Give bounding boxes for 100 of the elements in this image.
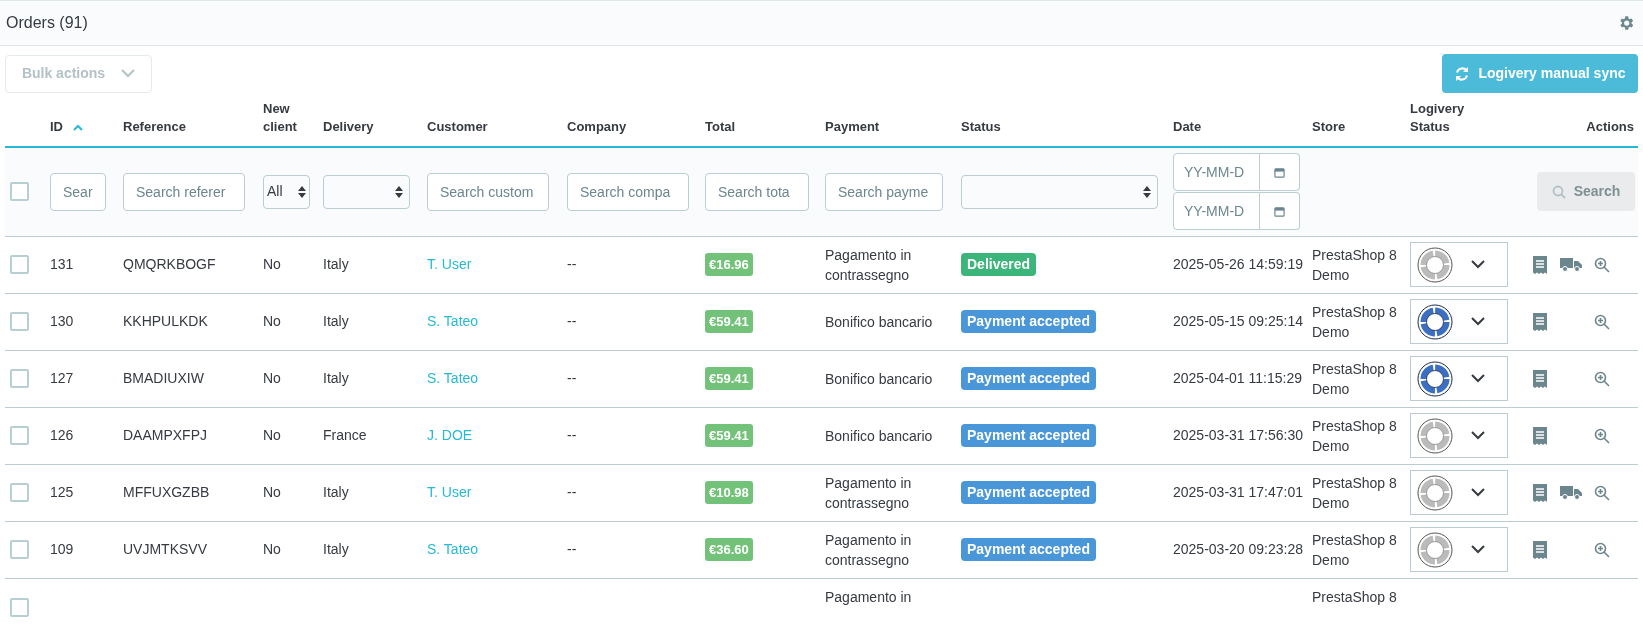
delivery-country: Italy	[323, 370, 349, 386]
customer-filter-input[interactable]: Search custom	[427, 172, 549, 211]
chevron-down-icon	[1471, 545, 1485, 554]
checkbox[interactable]	[10, 540, 29, 559]
store-name: PrestaShop 8 Demo	[1312, 473, 1398, 513]
document-icon[interactable]	[1532, 426, 1548, 445]
reference-filter-input[interactable]: Search referer	[123, 172, 245, 211]
sort-arrows-icon	[298, 185, 306, 198]
zoom-in-icon[interactable]	[1594, 484, 1610, 501]
column-header[interactable]: Delivery	[323, 118, 374, 136]
new-client-value: No	[263, 313, 281, 329]
company-value: --	[567, 370, 577, 386]
order-reference: MFFUXGZBB	[123, 484, 210, 500]
order-date: 2025-04-01 11:15:29	[1173, 370, 1302, 386]
checkbox[interactable]	[10, 483, 29, 502]
chevron-down-icon	[1471, 431, 1485, 440]
payment-method: Bonifico bancario	[825, 312, 934, 332]
zoom-in-icon[interactable]	[1594, 370, 1610, 387]
column-header[interactable]: Reference	[123, 118, 186, 136]
order-id: 125	[50, 484, 74, 500]
truck-icon[interactable]	[1560, 257, 1582, 272]
column-header[interactable]: Actions	[1586, 118, 1634, 136]
store-name: PrestaShop 8 Demo	[1312, 302, 1398, 342]
order-id: 127	[50, 370, 74, 386]
column-header[interactable]: Total	[705, 118, 736, 136]
checkbox[interactable]	[10, 597, 29, 617]
date-filter-input[interactable]: YY-MM-D	[1173, 192, 1260, 231]
column-header[interactable]: Date	[1173, 118, 1202, 136]
order-id: 130	[50, 313, 74, 329]
new-client-value: No	[263, 370, 281, 386]
column-header[interactable]: Status	[961, 118, 1001, 136]
order-reference: QMQRKBOGF	[123, 256, 216, 272]
payment-method: Pagamento in contrassegno	[825, 245, 913, 285]
logivery-status-select[interactable]	[1410, 242, 1508, 287]
zoom-in-icon[interactable]	[1594, 541, 1610, 558]
checkbox[interactable]	[10, 255, 29, 274]
new-client-select[interactable]: All	[263, 174, 310, 209]
sort-arrows-icon	[1143, 185, 1151, 198]
zoom-in-icon[interactable]	[1594, 427, 1610, 444]
logivery-status-select[interactable]	[1410, 470, 1508, 515]
date-filter-input[interactable]: YY-MM-D	[1173, 153, 1260, 192]
zoom-in-icon[interactable]	[1594, 313, 1610, 330]
payment-filter-input[interactable]: Search payme	[825, 172, 943, 211]
company-value: --	[567, 427, 577, 443]
sort-ascending-icon[interactable]	[73, 123, 83, 131]
document-icon[interactable]	[1532, 255, 1548, 274]
zoom-in-icon[interactable]	[1594, 256, 1610, 273]
checkbox[interactable]	[10, 312, 29, 331]
order-reference: UVJMTKSVV	[123, 541, 207, 557]
order-date: 2025-03-31 17:47:01	[1173, 484, 1303, 500]
total-amount: €10.98	[705, 480, 753, 505]
store-name: PrestaShop 8 Demo	[1312, 245, 1398, 285]
status-badge: Payment accepted	[961, 481, 1096, 504]
company-filter-input[interactable]: Search compa	[567, 172, 689, 211]
id-filter-input[interactable]: Sear	[50, 172, 106, 211]
total-amount: €59.41	[705, 309, 753, 334]
order-reference: DAAMPXFPJ	[123, 427, 207, 443]
total-amount: €59.41	[705, 366, 753, 391]
calendar-icon	[1274, 205, 1285, 217]
checkbox[interactable]	[10, 182, 29, 202]
company-value: --	[567, 541, 577, 557]
column-header[interactable]: Company	[567, 118, 627, 136]
status-badge: Delivered	[961, 253, 1037, 276]
document-icon[interactable]	[1532, 483, 1548, 502]
payment-method: Bonifico bancario	[825, 426, 934, 446]
status-badge: Payment accepted	[961, 310, 1096, 333]
payment-method: Pagamento in	[825, 588, 912, 605]
new-client-value: No	[263, 427, 281, 443]
new-client-value: No	[263, 541, 281, 557]
new-client-value: No	[263, 256, 281, 272]
order-date: 2025-05-26 14:59:19	[1173, 256, 1303, 272]
order-id: 126	[50, 427, 74, 443]
calendar-button[interactable]	[1260, 192, 1300, 231]
column-header[interactable]: Customer	[427, 118, 488, 136]
total-filter-input[interactable]: Search tota	[705, 172, 809, 211]
document-icon[interactable]	[1532, 312, 1548, 331]
order-id: 109	[50, 541, 74, 557]
chevron-down-icon	[1471, 317, 1485, 326]
column-header[interactable]: ID	[50, 118, 63, 136]
new-client-value: No	[263, 484, 281, 500]
logivery-status-select[interactable]	[1410, 356, 1508, 401]
delivery-country: Italy	[323, 541, 349, 557]
logivery-status-select[interactable]	[1410, 299, 1508, 344]
delivery-country: France	[323, 427, 367, 443]
column-header[interactable]: Payment	[825, 118, 880, 136]
calendar-button[interactable]	[1260, 153, 1300, 192]
logivery-status-select[interactable]	[1410, 527, 1508, 572]
checkbox[interactable]	[10, 369, 29, 388]
logivery-status-select[interactable]	[1410, 413, 1508, 458]
company-value: --	[567, 256, 577, 272]
column-header[interactable]: New client	[263, 100, 323, 136]
column-header[interactable]: Store	[1312, 118, 1346, 136]
truck-icon[interactable]	[1560, 485, 1582, 500]
checkbox[interactable]	[10, 426, 29, 445]
order-date: 2025-05-15 09:25:14	[1173, 313, 1303, 329]
payment-method: Pagamento in contrassegno	[825, 530, 913, 570]
document-icon[interactable]	[1532, 369, 1548, 388]
chevron-down-icon	[1471, 260, 1485, 269]
column-header[interactable]: Logivery Status	[1410, 100, 1470, 136]
document-icon[interactable]	[1532, 540, 1548, 559]
